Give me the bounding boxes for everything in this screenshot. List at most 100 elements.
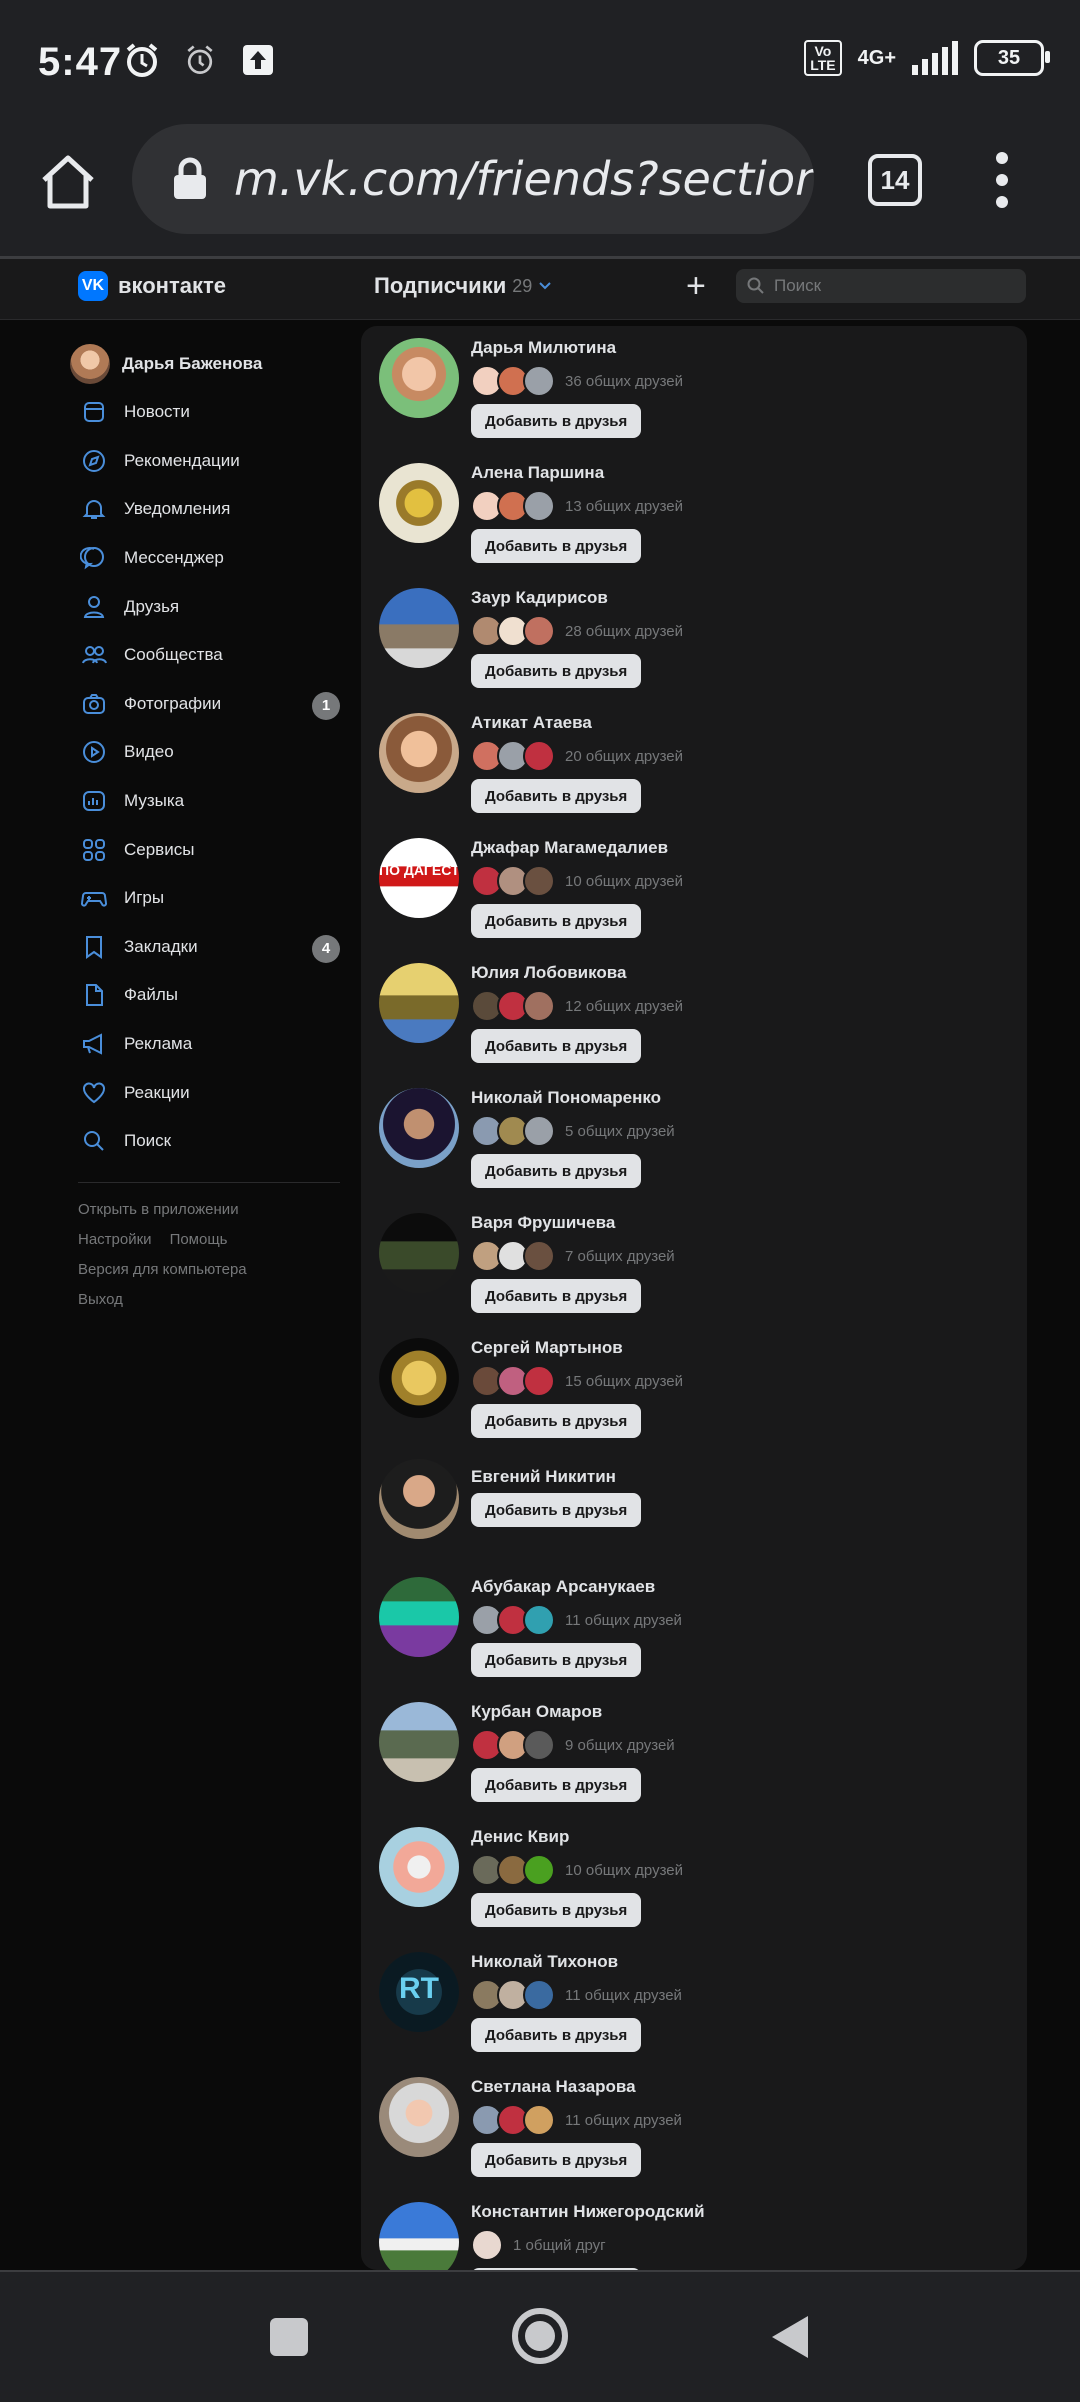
mutual-friends[interactable]: 11 общих друзей: [471, 2104, 682, 2136]
subscriber-name[interactable]: Денис Квир: [471, 1827, 569, 1847]
avatar[interactable]: [379, 1213, 459, 1293]
help-link[interactable]: Помощь: [170, 1231, 228, 1248]
subscriber-name[interactable]: Дарья Милютина: [471, 338, 616, 358]
search-input[interactable]: [772, 275, 1016, 297]
settings-link[interactable]: Настройки: [78, 1231, 152, 1248]
sidebar-item-bookmark[interactable]: Закладки 4: [70, 923, 340, 972]
mutual-friends[interactable]: 28 общих друзей: [471, 615, 683, 647]
sidebar-item-play[interactable]: Видео: [70, 728, 340, 777]
mutual-friends[interactable]: 1 общий друг: [471, 2229, 606, 2261]
back-button[interactable]: [766, 2312, 816, 2362]
avatar[interactable]: [379, 1702, 459, 1782]
sidebar-item-compass[interactable]: Рекомендации: [70, 437, 340, 486]
sidebar-item-music[interactable]: Музыка: [70, 777, 340, 826]
avatar[interactable]: ПО ДАГЕСТ: [379, 838, 459, 918]
recents-button[interactable]: [264, 2312, 314, 2362]
mutual-friends[interactable]: 10 общих друзей: [471, 1854, 683, 1886]
subscriber-name[interactable]: Варя Фрушичева: [471, 1213, 615, 1233]
mutual-friends[interactable]: 10 общих друзей: [471, 865, 683, 897]
home-button[interactable]: [36, 150, 100, 214]
subscriber-name[interactable]: Николай Пономаренко: [471, 1088, 661, 1108]
avatar[interactable]: [379, 713, 459, 793]
desktop-version-link[interactable]: Версия для компьютера: [78, 1261, 247, 1278]
subscriber-name[interactable]: Заур Кадирисов: [471, 588, 608, 608]
subscriber-name[interactable]: Курбан Омаров: [471, 1702, 602, 1722]
sidebar-item-users[interactable]: Сообщества: [70, 631, 340, 680]
avatar[interactable]: [379, 1827, 459, 1907]
mutual-friends[interactable]: 15 общих друзей: [471, 1365, 683, 1397]
add-friend-button[interactable]: Добавить в друзья: [471, 1768, 642, 1802]
sidebar-item-news[interactable]: Новости: [70, 388, 340, 437]
subscriber-name[interactable]: Светлана Назарова: [471, 2077, 636, 2097]
sidebar-item-camera[interactable]: Фотографии 1: [70, 680, 340, 729]
subscriber-name[interactable]: Юлия Лобовикова: [471, 963, 626, 983]
avatar[interactable]: [379, 1459, 459, 1539]
avatar[interactable]: [379, 1338, 459, 1418]
search-box[interactable]: [736, 269, 1026, 303]
add-button[interactable]: +: [686, 269, 706, 303]
subscriber-row: Варя Фрушичева 7 общих друзей Добавить в д…: [361, 1201, 1027, 1326]
mutual-friends[interactable]: 7 общих друзей: [471, 1240, 675, 1272]
avatar[interactable]: [379, 1088, 459, 1168]
logout-link[interactable]: Выход: [78, 1291, 123, 1308]
home-nav-button[interactable]: [510, 2306, 570, 2366]
subscriber-name[interactable]: Сергей Мартынов: [471, 1338, 623, 1358]
sidebar-item-heart[interactable]: Реакции: [70, 1068, 340, 1117]
avatar[interactable]: [379, 963, 459, 1043]
sidebar-item-megaphone[interactable]: Реклама: [70, 1020, 340, 1069]
section-dropdown[interactable]: Подписчики 29: [374, 273, 552, 299]
sidebar-item-file[interactable]: Файлы: [70, 971, 340, 1020]
subscriber-name[interactable]: Абубакар Арсанукаев: [471, 1577, 655, 1597]
mutual-friends[interactable]: 36 общих друзей: [471, 365, 683, 397]
mutual-friends[interactable]: 20 общих друзей: [471, 740, 683, 772]
mutual-friends[interactable]: 11 общих друзей: [471, 1979, 682, 2011]
subscriber-name[interactable]: Алена Паршина: [471, 463, 604, 483]
sidebar-item-user[interactable]: Друзья: [70, 582, 340, 631]
add-friend-button[interactable]: Добавить в друзья: [471, 2143, 642, 2177]
add-friend-button[interactable]: Добавить в друзья: [471, 1643, 642, 1677]
add-friend-button[interactable]: Добавить в друзья: [471, 1893, 642, 1927]
add-friend-button[interactable]: Добавить в друзья: [471, 2018, 642, 2052]
vk-logo[interactable]: VK вконтакте: [78, 271, 226, 301]
profile-link[interactable]: Дарья Баженова: [70, 340, 340, 388]
sidebar-item-search[interactable]: Поиск: [70, 1117, 340, 1166]
open-in-app-link[interactable]: Открыть в приложении: [78, 1201, 239, 1218]
add-friend-button[interactable]: Добавить в друзья: [471, 1029, 642, 1063]
subscriber-name[interactable]: Джафар Магамедалиев: [471, 838, 668, 858]
mutual-friends[interactable]: 5 общих друзей: [471, 1115, 675, 1147]
avatar[interactable]: [379, 1577, 459, 1657]
message-icon: [80, 547, 104, 570]
sidebar-item-label: Друзья: [124, 596, 180, 616]
tab-switcher-button[interactable]: 14: [868, 154, 922, 206]
add-friend-button[interactable]: Добавить в друзья: [471, 654, 642, 688]
avatar[interactable]: [379, 338, 459, 418]
avatar[interactable]: RT: [379, 1952, 459, 2032]
add-friend-button[interactable]: Добавить в друзья: [471, 404, 642, 438]
mutual-friends[interactable]: 13 общих друзей: [471, 490, 683, 522]
add-friend-button[interactable]: Добавить в друзья: [471, 779, 642, 813]
add-friend-button[interactable]: Добавить в друзья: [471, 904, 642, 938]
mutual-friends[interactable]: 9 общих друзей: [471, 1729, 675, 1761]
mutual-friends-count: 11 общих друзей: [565, 2111, 682, 2129]
avatar[interactable]: [379, 2202, 459, 2270]
avatar[interactable]: [379, 588, 459, 668]
avatar[interactable]: [379, 463, 459, 543]
subscriber-name[interactable]: Николай Тихонов: [471, 1952, 618, 1972]
mutual-friends[interactable]: 11 общих друзей: [471, 1604, 682, 1636]
subscriber-name[interactable]: Атикат Атаева: [471, 713, 592, 733]
sidebar-item-bell[interactable]: Уведомления: [70, 485, 340, 534]
sidebar-item-grid[interactable]: Сервисы: [70, 825, 340, 874]
sidebar-item-message[interactable]: Мессенджер: [70, 534, 340, 583]
add-friend-button[interactable]: Добавить в друзья: [471, 1404, 642, 1438]
add-friend-button[interactable]: Добавить в друзья: [471, 1279, 642, 1313]
subscriber-name[interactable]: Константин Нижегородский: [471, 2202, 705, 2222]
browser-menu-button[interactable]: [992, 152, 1012, 208]
sidebar-item-gamepad[interactable]: Игры: [70, 874, 340, 923]
address-bar[interactable]: m.vk.com/friends?section=: [132, 124, 814, 234]
avatar[interactable]: [379, 2077, 459, 2157]
subscriber-name[interactable]: Евгений Никитин: [471, 1467, 616, 1487]
add-friend-button[interactable]: Добавить в друзья: [471, 1493, 642, 1527]
mutual-friends[interactable]: 12 общих друзей: [471, 990, 683, 1022]
add-friend-button[interactable]: Добавить в друзья: [471, 529, 642, 563]
add-friend-button[interactable]: Добавить в друзья: [471, 1154, 642, 1188]
